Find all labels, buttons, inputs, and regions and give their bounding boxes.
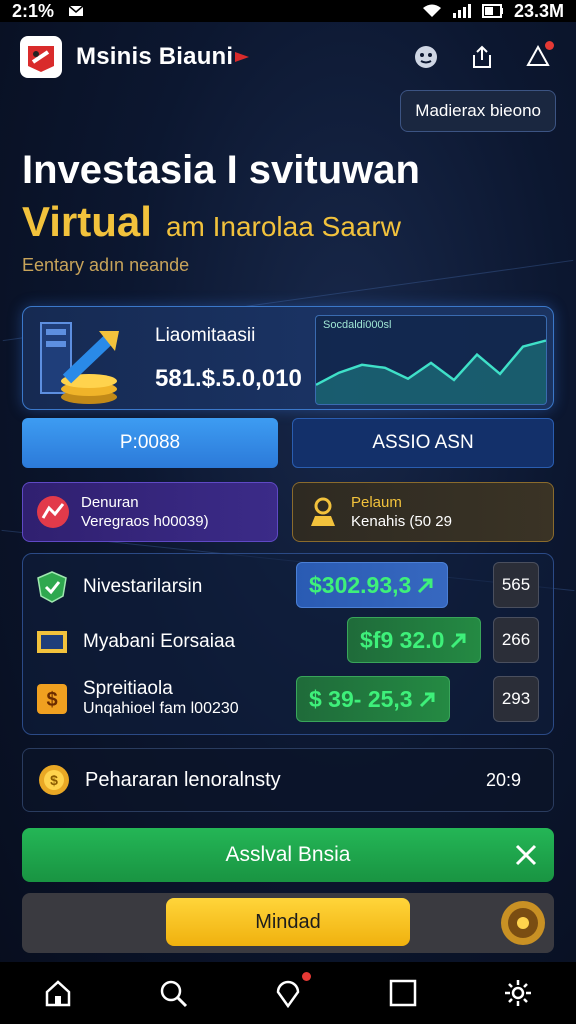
location-icon <box>276 980 300 1008</box>
face-icon <box>415 46 437 68</box>
hero-subtitle-rest: am Inarolaa Saarw <box>165 211 401 242</box>
user-pin-icon <box>311 497 335 526</box>
share-icon <box>473 45 491 68</box>
asset-amount: $ 39- 25,3 <box>309 685 413 712</box>
info-left-line1: Denuran <box>81 494 139 511</box>
dollar-tag-icon: $ <box>37 684 67 714</box>
portfolio-label: Liaomitaasii <box>155 325 256 346</box>
alert-button[interactable] <box>524 41 554 71</box>
asset-amount-pill[interactable]: $ 39- 25,3 <box>296 676 450 722</box>
square-icon <box>389 979 417 1007</box>
portfolio-chart-label: Socdaldi000sl <box>323 319 392 331</box>
asset-name: Myabani Eorsaiaa <box>83 631 236 652</box>
nav-search[interactable] <box>156 976 190 1010</box>
trend-badge-icon <box>37 496 69 528</box>
summary-value: 20:9 <box>485 769 521 790</box>
signal-icon <box>452 4 471 18</box>
hero-title: Investasia I svituwan <box>22 148 420 192</box>
asset-name: Spreitiaola <box>83 678 173 699</box>
asset-amount-pill[interactable]: $f9 32.0 <box>347 617 482 663</box>
asset-count: 565 <box>493 562 539 608</box>
summary-row[interactable]: $ Pehararan lenoralnsty 20:9 <box>22 748 554 812</box>
status-time: 2:1% <box>12 0 55 21</box>
coins-growth-icon <box>40 322 119 404</box>
svg-text:$: $ <box>46 689 57 711</box>
info-card-right[interactable]: Pelaum Kenahis (50 29 <box>292 482 554 542</box>
card-icon <box>37 631 67 653</box>
hero-tagline: Eentary adın neande <box>22 255 190 275</box>
portfolio-card[interactable]: Liaomitaasii 581.$.5.0,010 Socdaldi000sl <box>22 306 554 410</box>
header-chip-button[interactable]: Madierax bieono <box>400 90 556 132</box>
app-title: Msinis Biauni <box>76 43 234 70</box>
info-left-line2: Veregraos h00039) <box>81 513 209 530</box>
banner-label: Asslval Bnsia <box>225 843 351 866</box>
asset-count: 266 <box>493 617 539 663</box>
asset-row[interactable]: Nivestarilarsin <box>35 562 543 612</box>
nav-notification-dot <box>301 972 311 981</box>
nav-square[interactable] <box>386 976 420 1010</box>
action-bar: Mindad <box>22 893 554 953</box>
close-icon[interactable] <box>512 841 540 869</box>
battery-icon <box>481 4 503 18</box>
coin-icon: $ <box>39 765 69 795</box>
logo-icon <box>28 46 54 72</box>
app-logo[interactable] <box>20 36 62 78</box>
info-right-line2: Kenahis (50 29 <box>351 513 452 530</box>
asset-subtitle: Unqahioel fam l00230 <box>83 700 239 717</box>
app-bar: Msinis Biauni <box>0 24 576 90</box>
asset-amount-pill[interactable]: $302.93,3 <box>296 562 449 608</box>
status-data: 23.3M <box>513 0 564 21</box>
coin-reward-icon[interactable] <box>500 900 546 946</box>
secondary-button[interactable]: ASSIO ASN <box>292 418 554 468</box>
wifi-icon <box>422 4 441 17</box>
info-card-left[interactable]: Denuran Veregraos h00039) <box>22 482 278 542</box>
asset-count: 293 <box>493 676 539 722</box>
green-banner[interactable]: Asslval Bnsia <box>22 828 554 882</box>
primary-button[interactable]: P:0088 <box>22 418 278 468</box>
mail-icon <box>68 5 84 16</box>
asset-name: Nivestarilarsin <box>83 576 203 597</box>
info-right-line1: Pelaum <box>351 494 402 511</box>
portfolio-value: 581.$.5.0,010 <box>155 365 302 392</box>
action-button[interactable]: Mindad <box>166 898 410 946</box>
bottom-nav <box>0 962 576 1024</box>
status-bar: 2:1% 23.3M <box>0 0 576 22</box>
shield-icon <box>37 571 67 603</box>
gear-icon <box>505 980 532 1006</box>
chart-area <box>316 340 546 404</box>
brand-arrow-icon <box>235 52 250 62</box>
assets-list: Nivestarilarsin $302.93,3 565 Myabani Eo… <box>22 553 554 735</box>
nav-settings[interactable] <box>501 976 535 1010</box>
summary-label: Pehararan lenoralnsty <box>85 768 281 791</box>
arrow-up-icon <box>419 692 435 708</box>
nav-home[interactable] <box>41 976 75 1010</box>
smiley-button[interactable] <box>412 43 440 71</box>
svg-text:$: $ <box>50 772 58 788</box>
search-icon <box>160 980 187 1008</box>
asset-amount: $302.93,3 <box>309 571 412 598</box>
nav-location[interactable] <box>271 972 311 1010</box>
hero-subtitle-gold: Virtual <box>22 198 152 245</box>
notification-dot <box>545 41 554 50</box>
hero-subtitle: Virtual am Inarolaa Saarw <box>22 198 401 246</box>
arrow-up-icon <box>418 578 433 594</box>
home-icon <box>45 980 70 1007</box>
share-button[interactable] <box>468 43 496 71</box>
arrow-up-icon <box>451 633 466 649</box>
asset-row[interactable]: $ Spreitiaola Unqahioel fam l00230 <box>35 674 543 724</box>
asset-amount: $f9 32.0 <box>360 626 445 653</box>
